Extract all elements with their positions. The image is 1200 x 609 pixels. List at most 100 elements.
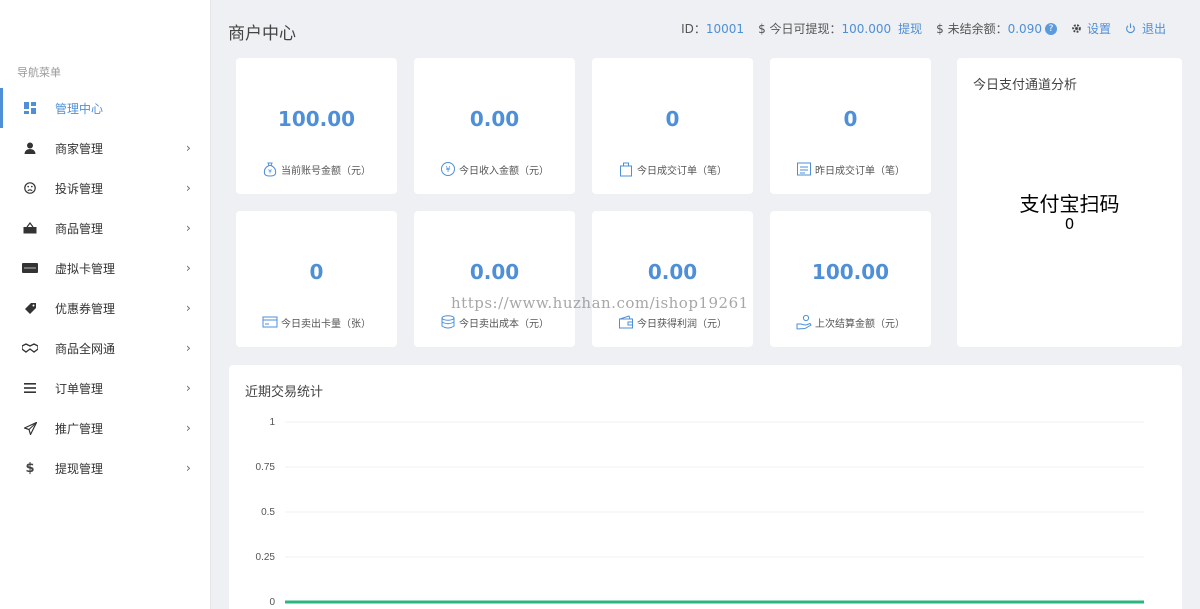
stat-card-yesterday-orders: 0 昨日成交订单（笔） — [770, 58, 931, 194]
sidebar-item-withdrawals[interactable]: $ 提现管理 › — [0, 448, 211, 488]
stat-label: 当前账号金额（元） — [281, 165, 371, 177]
chevron-right-icon: › — [186, 421, 191, 435]
stat-label: 昨日成交订单（笔） — [815, 165, 905, 177]
account-summary: ID： 10001 $ 今日可提现： 100.000 提现 $ 未结余额： 0.… — [681, 20, 1166, 37]
chevron-right-icon: › — [186, 141, 191, 155]
unsettled-label: $ 未结余额： — [936, 22, 1008, 36]
list-icon — [22, 380, 38, 396]
nav-caption: 导航菜单 — [17, 66, 61, 79]
frown-icon — [22, 180, 38, 196]
chevron-right-icon: › — [186, 221, 191, 235]
chevron-right-icon: › — [186, 261, 191, 275]
receipt-icon — [797, 162, 811, 176]
panel-title: 近期交易统计 — [245, 385, 324, 400]
sidebar-item-virtual-cards[interactable]: 虚拟卡管理 › — [0, 248, 211, 288]
y-tick-label: 0 — [269, 597, 275, 608]
stat-card-last-settlement: 100.00 上次结算金额（元） — [770, 211, 931, 347]
sidebar-item-complaints[interactable]: 投诉管理 › — [0, 168, 211, 208]
stat-card-today-income: 0.00 ¥ 今日收入金额（元） — [414, 58, 575, 194]
svg-text:¥: ¥ — [445, 165, 450, 174]
user-icon — [22, 140, 38, 156]
settings-label: 设置 — [1086, 22, 1111, 36]
stat-card-cards-sold: 0 今日卖出卡量（张） — [236, 211, 397, 347]
sidebar-item-label: 商品全网通 — [55, 341, 116, 356]
sidebar-item-label: 商家管理 — [55, 141, 104, 156]
card-icon — [262, 316, 278, 328]
chevron-right-icon: › — [186, 461, 191, 475]
sidebar-item-coupons[interactable]: 优惠券管理 › — [0, 288, 211, 328]
logout-button[interactable]: 退出 — [1125, 20, 1166, 37]
stat-label: 上次结算金额（元） — [815, 318, 905, 330]
wallet-icon — [619, 315, 633, 329]
handshake-icon — [22, 340, 38, 356]
stat-value: 100.00 — [811, 260, 890, 284]
stat-card-today-orders: 0 今日成交订单（笔） — [592, 58, 753, 194]
sidebar-item-label: 虚拟卡管理 — [55, 261, 116, 276]
top-bar: 商户中心 ID： 10001 $ 今日可提现： 100.000 提现 $ 未结余… — [211, 0, 1200, 58]
sidebar-item-label: 商品管理 — [55, 221, 104, 236]
sidebar-item-network-products[interactable]: 商品全网通 › — [0, 328, 211, 368]
nav-list: 管理中心 商家管理 › 投诉管理 › 商品管理 › 虚拟卡管理 › 优惠券管理 … — [0, 88, 211, 488]
transaction-line-chart: 1 0.75 0.5 0.25 0 — [256, 417, 1144, 608]
tag-icon — [22, 300, 38, 316]
sidebar-item-label: 优惠券管理 — [55, 301, 116, 316]
stat-label: 今日成交订单（笔） — [637, 165, 727, 177]
watermark-text: https://www.huzhan.com/ishop19261 — [451, 294, 749, 312]
yen-coin-icon: ¥ — [441, 162, 455, 176]
stat-card-account-balance: 100.00 ¥ 当前账号金额（元） — [236, 58, 397, 194]
y-tick-label: 0.75 — [256, 462, 276, 473]
merchant-id-value: 10001 — [705, 21, 745, 36]
sidebar-item-label: 订单管理 — [55, 381, 104, 396]
stat-value: 0 — [665, 107, 680, 131]
sidebar: 导航菜单 管理中心 商家管理 › 投诉管理 › 商品管理 › 虚拟卡管理 › 优… — [0, 0, 211, 609]
card-icon — [22, 260, 38, 276]
sidebar-item-label: 管理中心 — [55, 101, 104, 116]
stat-label: 今日获得利润（元） — [637, 318, 727, 330]
stat-value: 0 — [843, 107, 858, 131]
sidebar-item-dashboard[interactable]: 管理中心 — [0, 88, 211, 128]
stat-value: 0.00 — [647, 260, 698, 284]
withdraw-link[interactable]: 提现 — [898, 20, 922, 37]
power-icon — [1126, 23, 1135, 34]
gear-icon — [1072, 24, 1081, 33]
sidebar-item-orders[interactable]: 订单管理 › — [0, 368, 211, 408]
y-tick-label: 1 — [269, 417, 275, 428]
chevron-right-icon: › — [186, 181, 191, 195]
unsettled-value: 0.090 — [1007, 21, 1042, 36]
help-icon[interactable]: ? — [1044, 22, 1057, 35]
sidebar-item-products[interactable]: 商品管理 › — [0, 208, 211, 248]
logout-label: 退出 — [1141, 22, 1166, 36]
sidebar-item-promotion[interactable]: 推广管理 › — [0, 408, 211, 448]
money-bag-icon: ¥ — [263, 162, 277, 177]
hand-coins-icon — [796, 314, 812, 330]
panel-title: 今日支付通道分析 — [973, 78, 1078, 93]
chevron-right-icon: › — [186, 341, 191, 355]
shopping-bag-icon — [620, 162, 632, 177]
stat-value: 100.00 — [277, 107, 356, 131]
sidebar-item-label: 提现管理 — [55, 461, 104, 476]
stat-label: 今日收入金额（元） — [459, 165, 549, 177]
coins-stack-icon — [441, 315, 455, 329]
basket-icon — [22, 220, 38, 236]
transaction-stats-panel: 近期交易统计 1 0.75 0.5 0.25 0 — [229, 365, 1182, 609]
sidebar-item-label: 推广管理 — [55, 421, 104, 436]
dashboard-icon — [22, 100, 38, 116]
chevron-right-icon: › — [186, 301, 191, 315]
paper-plane-icon — [22, 420, 38, 436]
stat-label: 今日卖出卡量（张） — [281, 318, 371, 330]
payment-channel-panel: 今日支付通道分析 支付宝扫码 0 — [957, 58, 1182, 347]
stat-card-today-cost: 0.00 今日卖出成本（元） — [414, 211, 575, 347]
withdrawable-label: $ 今日可提现： — [758, 22, 842, 36]
y-tick-label: 0.25 — [256, 552, 276, 563]
settings-button[interactable]: 设置 — [1071, 20, 1111, 37]
page-title: 商户中心 — [228, 24, 296, 44]
stat-value: 0.00 — [469, 107, 520, 131]
stat-card-today-profit: 0.00 今日获得利润（元） — [592, 211, 753, 347]
stat-value: 0 — [309, 260, 324, 284]
dollar-icon: $ — [25, 460, 35, 476]
svg-text:¥: ¥ — [268, 169, 272, 176]
payment-method-name: 支付宝扫码 — [1019, 192, 1120, 216]
merchant-id-label: ID： — [681, 22, 706, 36]
sidebar-item-merchants[interactable]: 商家管理 › — [0, 128, 211, 168]
chevron-right-icon: › — [186, 381, 191, 395]
